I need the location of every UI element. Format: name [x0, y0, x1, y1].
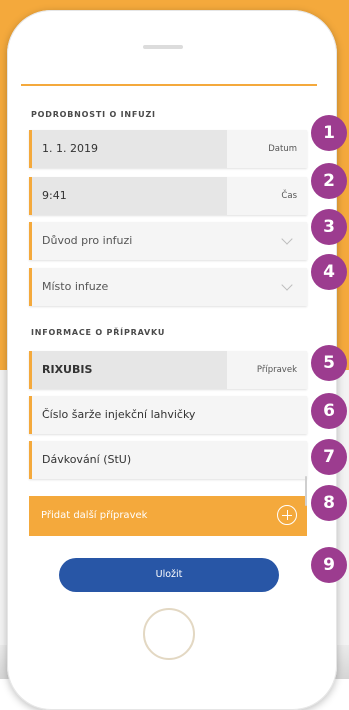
dosage-field[interactable]: Dávkování (StU) — [29, 441, 307, 479]
product-field[interactable]: RIXUBIS Přípravek — [29, 351, 307, 389]
speaker-grille — [143, 45, 183, 49]
infusion-section-title: PODROBNOSTI O INFUZI — [31, 110, 156, 119]
date-field[interactable]: 1. 1. 2019 Datum — [29, 130, 307, 168]
site-select[interactable]: Místo infuze — [29, 268, 307, 306]
chevron-down-icon — [281, 279, 293, 291]
reason-select[interactable]: Důvod pro infuzi — [29, 222, 307, 260]
product-section-title: INFORMACE O PŘÍPRAVKU — [31, 328, 166, 337]
scrollbar[interactable] — [305, 476, 307, 506]
date-value: 1. 1. 2019 — [42, 142, 98, 155]
product-value: RIXUBIS — [42, 363, 93, 376]
plus-circle-icon — [277, 505, 297, 525]
step-badge-4: 4 — [311, 254, 347, 290]
date-label: Datum — [268, 144, 297, 154]
home-button[interactable] — [143, 608, 195, 660]
time-field[interactable]: 9:41 Čas — [29, 177, 307, 215]
batch-number-field[interactable]: Číslo šarže injekční lahvičky — [29, 396, 307, 434]
site-placeholder: Místo infuze — [42, 280, 109, 293]
time-label: Čas — [281, 191, 297, 201]
reason-placeholder: Důvod pro infuzi — [42, 234, 133, 247]
add-product-button[interactable]: Přidat další přípravek — [29, 496, 307, 536]
chevron-down-icon — [281, 233, 293, 245]
step-badge-6: 6 — [311, 393, 347, 429]
batch-number-placeholder: Číslo šarže injekční lahvičky — [42, 408, 196, 421]
step-badge-7: 7 — [311, 439, 347, 475]
phone-frame: PODROBNOSTI O INFUZI 1. 1. 2019 Datum 9:… — [7, 10, 337, 710]
step-badge-5: 5 — [311, 345, 347, 381]
save-button[interactable]: Uložit — [59, 558, 279, 592]
product-label: Přípravek — [256, 365, 297, 375]
dosage-placeholder: Dávkování (StU) — [42, 453, 132, 466]
app-screen: PODROBNOSTI O INFUZI 1. 1. 2019 Datum 9:… — [21, 84, 317, 620]
step-badge-1: 1 — [311, 115, 347, 151]
time-value: 9:41 — [42, 189, 67, 202]
step-badge-2: 2 — [311, 163, 347, 199]
step-badge-3: 3 — [311, 209, 347, 245]
step-badge-9: 9 — [311, 547, 347, 583]
step-badge-8: 8 — [311, 485, 347, 521]
add-product-label: Přidat další přípravek — [41, 510, 148, 521]
